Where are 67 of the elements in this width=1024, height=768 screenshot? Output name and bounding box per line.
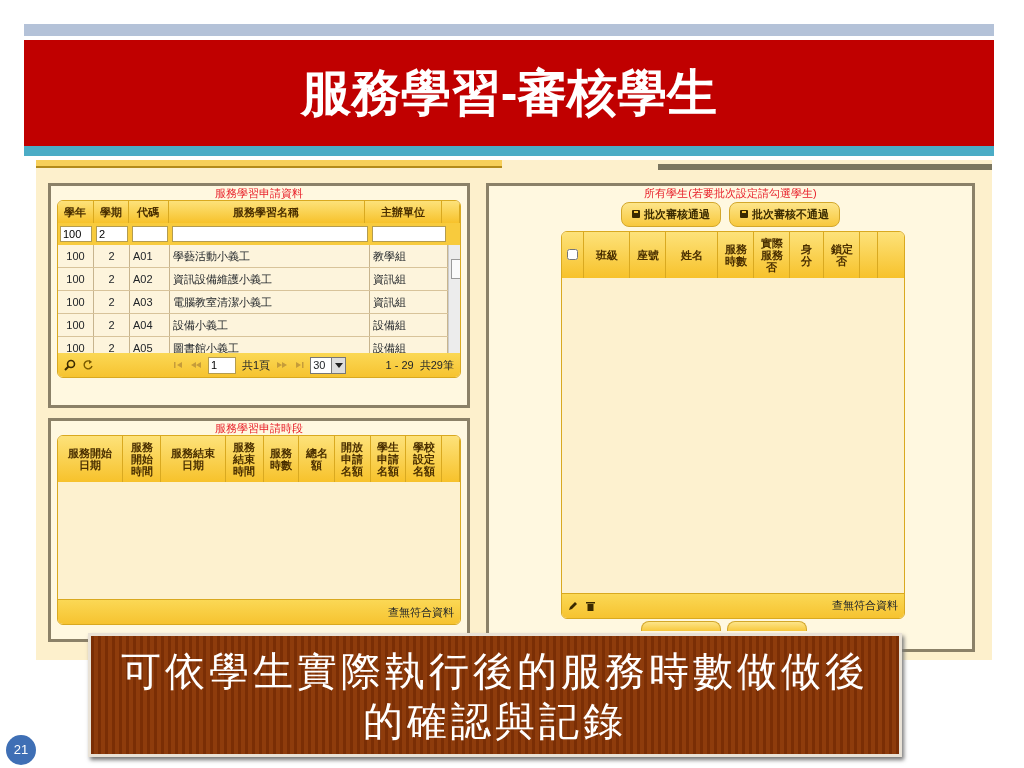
table-cell: A02 — [130, 268, 170, 290]
first-page-icon[interactable] — [174, 361, 184, 369]
page-field[interactable]: 1 — [208, 356, 236, 374]
column-header[interactable]: 總名額 — [299, 436, 336, 482]
panel-title: 服務學習申請資料 — [214, 186, 304, 200]
save-icon — [740, 210, 748, 219]
table-cell: 2 — [94, 291, 130, 313]
column-header[interactable]: 學生申請名額 — [370, 436, 407, 482]
column-header[interactable]: 服務結束日期 — [160, 436, 227, 482]
caret-icon — [334, 362, 343, 368]
column-header[interactable]: 實際服務否 — [754, 231, 790, 278]
column-header[interactable]: 服務開始日期 — [58, 436, 124, 482]
table-cell: 2 — [94, 245, 130, 267]
column-header[interactable]: 身分 — [790, 231, 824, 278]
column-header[interactable]: 服務結束時間 — [226, 436, 264, 482]
batch-button[interactable] — [641, 620, 721, 631]
filter-field[interactable] — [172, 226, 368, 242]
record-range: 1 - 29 — [385, 357, 414, 373]
panel-title: 服務學習申請時段 — [214, 421, 304, 435]
page-count: 共1頁 — [242, 357, 271, 373]
table-cell: 2 — [94, 268, 130, 290]
table-cell: A04 — [130, 314, 170, 336]
table-cell: 100 — [58, 291, 94, 313]
page-size-select[interactable]: 30 — [310, 356, 347, 374]
batch-button[interactable] — [727, 620, 807, 631]
column-header[interactable]: 班級 — [584, 231, 630, 278]
table-cell: A03 — [130, 291, 170, 313]
table-cell: 電腦教室清潔小義工 — [170, 291, 370, 313]
filter-field[interactable] — [372, 226, 446, 242]
table-cell: 100 — [58, 314, 94, 336]
last-page-icon[interactable] — [294, 361, 305, 369]
slide-title: 服務學習-審核學生 — [300, 64, 718, 123]
column-header[interactable]: 學校設定名額 — [406, 436, 443, 482]
column-header[interactable]: 服務時數 — [718, 231, 754, 278]
search-icon[interactable] — [64, 359, 76, 371]
pencil-icon[interactable] — [568, 600, 578, 611]
table-cell: 100 — [58, 268, 94, 290]
next-page-icon[interactable] — [276, 361, 289, 369]
table-cell: 學藝活動小義工 — [170, 245, 370, 267]
column-header[interactable]: 開放申請名額 — [335, 436, 371, 482]
page-number: 21 — [6, 735, 36, 765]
filter-field[interactable] — [132, 226, 168, 242]
empty-message: 查無符合資料 — [388, 604, 454, 620]
trash-icon[interactable] — [586, 600, 595, 611]
column-header[interactable]: 服務時數 — [263, 436, 300, 482]
filter-field[interactable]: 100 — [60, 226, 92, 242]
previous-page-icon[interactable] — [190, 361, 202, 369]
table-cell: 資訊設備維護小義工 — [170, 268, 370, 290]
table-cell: 設備小義工 — [170, 314, 370, 336]
caption-text: 可依學生實際執行後的服務時數做做後的確認與記錄 — [88, 633, 902, 757]
refresh-icon[interactable] — [82, 359, 94, 371]
batch-button[interactable]: 批次審核通過 — [621, 202, 721, 227]
filter-field[interactable]: 2 — [96, 226, 128, 242]
select-all-checkbox[interactable] — [567, 249, 578, 260]
save-icon — [632, 210, 640, 219]
table-cell: 2 — [94, 314, 130, 336]
panel-title: 所有學生(若要批次設定請勾選學生) — [643, 186, 818, 200]
table-cell: A01 — [130, 245, 170, 267]
column-header[interactable]: 服務開始時間 — [123, 436, 161, 482]
column-header[interactable]: 姓名 — [666, 231, 718, 278]
scrollbar[interactable] — [448, 245, 460, 353]
column-header[interactable]: 鎖定否 — [824, 231, 860, 278]
column-header[interactable]: 座號 — [630, 231, 666, 278]
record-count: 共29筆 — [419, 357, 454, 373]
table-cell: 100 — [58, 245, 94, 267]
empty-message: 查無符合資料 — [832, 598, 898, 614]
batch-button[interactable]: 批次審核不通過 — [729, 202, 840, 227]
